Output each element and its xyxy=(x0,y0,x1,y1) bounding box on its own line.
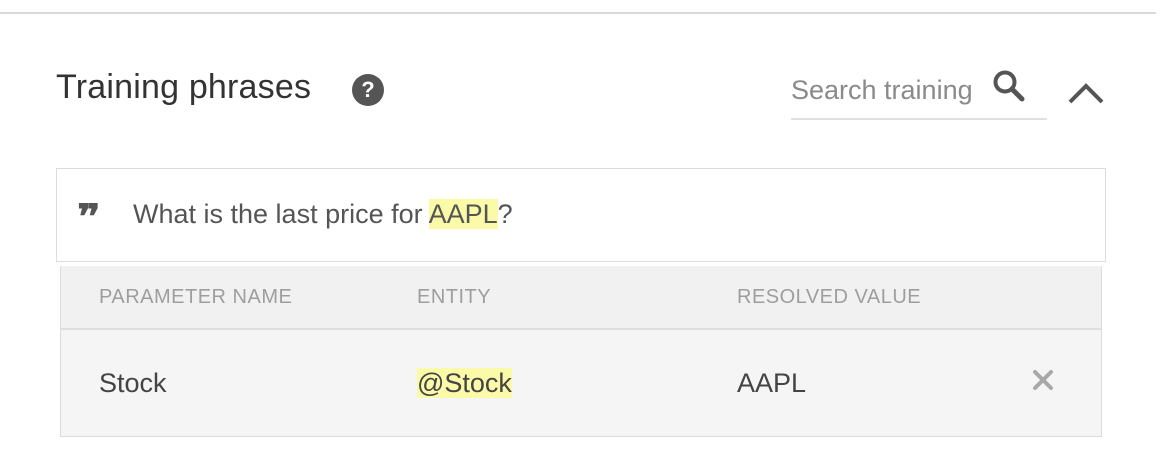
column-header-parameter-name: PARAMETER NAME xyxy=(99,286,293,308)
close-icon[interactable] xyxy=(1029,366,1057,394)
column-header-entity: ENTITY xyxy=(417,286,492,308)
training-phrase-text[interactable]: What is the last price for AAPL? xyxy=(133,199,513,230)
section-title: Training phrases xyxy=(56,68,312,106)
top-divider xyxy=(0,12,1156,14)
search-input[interactable] xyxy=(791,70,981,110)
phrase-annotated-entity[interactable]: AAPL xyxy=(428,199,498,229)
parameter-name-cell[interactable]: Stock xyxy=(99,368,167,399)
phrase-text-after: ? xyxy=(497,199,513,229)
training-phrase-item[interactable]: ❞ What is the last price for AAPL? xyxy=(56,168,1106,262)
help-icon[interactable]: ? xyxy=(352,74,384,106)
parameter-table: PARAMETER NAME ENTITY RESOLVED VALUE Sto… xyxy=(60,266,1102,437)
phrase-text-before: What is the last price for xyxy=(133,199,429,229)
table-row: Stock @Stock AAPL xyxy=(61,330,1101,436)
chevron-up-icon[interactable] xyxy=(1066,74,1106,110)
search-field xyxy=(791,62,1047,120)
quote-icon: ❞ xyxy=(77,203,101,229)
column-header-resolved-value: RESOLVED VALUE xyxy=(737,286,922,308)
parameter-table-header: PARAMETER NAME ENTITY RESOLVED VALUE xyxy=(61,266,1101,330)
training-phrases-header: Training phrases ? xyxy=(56,60,1106,120)
entity-cell[interactable]: @Stock xyxy=(417,368,512,398)
resolved-value-cell: AAPL xyxy=(737,368,807,398)
search-icon[interactable] xyxy=(991,68,1027,104)
